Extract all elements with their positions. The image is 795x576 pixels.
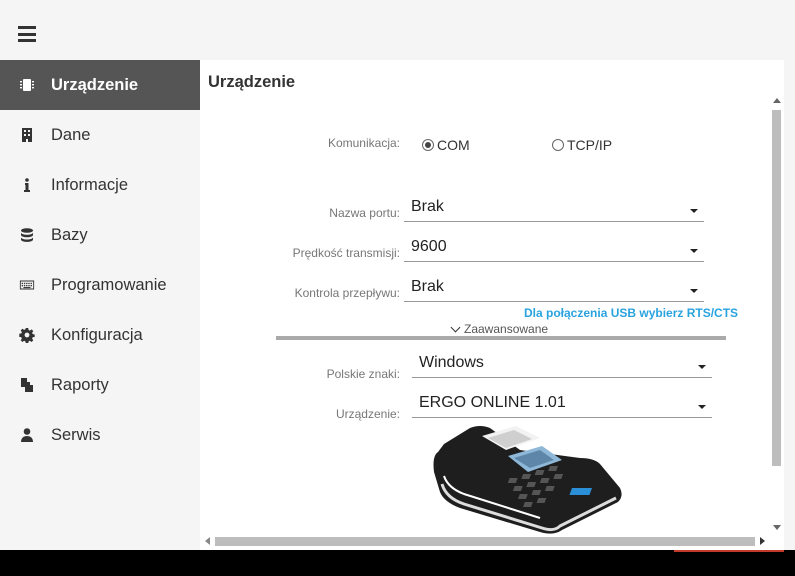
scroll-thumb[interactable] [772,110,781,466]
sidebar-item-label: Informacje [51,175,129,194]
divider [276,336,726,340]
sidebar-item-label: Programowanie [51,275,167,294]
top-bar [0,0,795,60]
files-icon [17,375,37,395]
sidebar-item-label: Bazy [51,225,88,244]
horizontal-scrollbar[interactable] [200,534,770,548]
port-name-label: Nazwa portu: [329,206,400,220]
info-icon [17,175,37,195]
chevron-down-icon [450,322,461,332]
polish-chars-value: Windows [419,354,484,371]
device-label: Urządzenie: [335,407,400,421]
gear-icon [17,325,37,345]
scroll-up-icon[interactable] [773,98,781,103]
sidebar: Urządzenie Dane Informacje Bazy Programo… [0,60,200,550]
flow-control-value: Brak [411,278,444,295]
sidebar-item-label: Raporty [51,375,109,394]
scroll-right-icon[interactable] [760,537,765,545]
chip-icon [17,75,37,95]
baud-rate-select[interactable]: 9600 [404,238,704,262]
sidebar-item-label: Urządzenie [51,75,139,94]
flow-control-label: Kontrola przepływu: [294,286,400,300]
advanced-label: Zaawansowane [464,322,549,336]
scroll-thumb[interactable] [215,537,755,546]
sidebar-item-informacje[interactable]: Informacje [0,160,200,210]
sidebar-item-urzadzenie[interactable]: Urządzenie [0,60,200,110]
radio-com[interactable]: COM [422,137,470,153]
polish-chars-label: Polskie znaki: [326,367,400,381]
scroll-down-icon[interactable] [773,525,781,530]
radio-tcpip-label: TCP/IP [567,137,613,153]
device-select[interactable]: ERGO ONLINE 1.01 [412,394,712,418]
sidebar-item-bazy[interactable]: Bazy [0,210,200,260]
radio-unchecked-icon [552,139,564,151]
device-value: ERGO ONLINE 1.01 [419,394,566,411]
port-name-select[interactable]: Brak [404,198,704,222]
baud-rate-label: Prędkość transmisji: [292,246,400,260]
page-title: Urządzenie [208,73,296,91]
sidebar-item-label: Serwis [51,425,101,444]
accent-line [674,550,784,552]
device-panel: Urządzenie Komunikacja: COM TCP/IP Nazwa… [200,60,784,550]
database-icon [17,225,37,245]
flow-control-select[interactable]: Brak [404,278,704,302]
caret-down-icon [698,365,706,369]
caret-down-icon [698,405,706,409]
caret-down-icon [690,249,698,253]
scroll-left-icon[interactable] [205,537,210,545]
sidebar-item-serwis[interactable]: Serwis [0,410,200,460]
usb-hint: Dla połączenia USB wybierz RTS/CTS [524,306,739,320]
building-icon [17,125,37,145]
keyboard-icon [17,275,37,295]
advanced-toggle[interactable]: Zaawansowane [450,322,549,336]
sidebar-item-label: Konfiguracja [51,325,143,344]
caret-down-icon [690,289,698,293]
sidebar-item-dane[interactable]: Dane [0,110,200,160]
bottom-bar [0,550,795,576]
vertical-scrollbar[interactable] [770,96,784,532]
radio-tcpip[interactable]: TCP/IP [552,137,612,153]
port-name-value: Brak [411,198,444,215]
cash-register-image [433,426,622,534]
sidebar-item-programowanie[interactable]: Programowanie [0,260,200,310]
baud-rate-value: 9600 [411,238,447,255]
user-icon [17,425,37,445]
communication-label: Komunikacja: [327,136,400,150]
sidebar-item-raporty[interactable]: Raporty [0,360,200,410]
sidebar-item-konfiguracja[interactable]: Konfiguracja [0,310,200,360]
polish-chars-select[interactable]: Windows [412,354,712,378]
radio-com-label: COM [437,137,470,153]
caret-down-icon [690,209,698,213]
menu-icon[interactable] [18,26,36,42]
radio-checked-icon [422,139,434,151]
sidebar-item-label: Dane [51,125,91,144]
